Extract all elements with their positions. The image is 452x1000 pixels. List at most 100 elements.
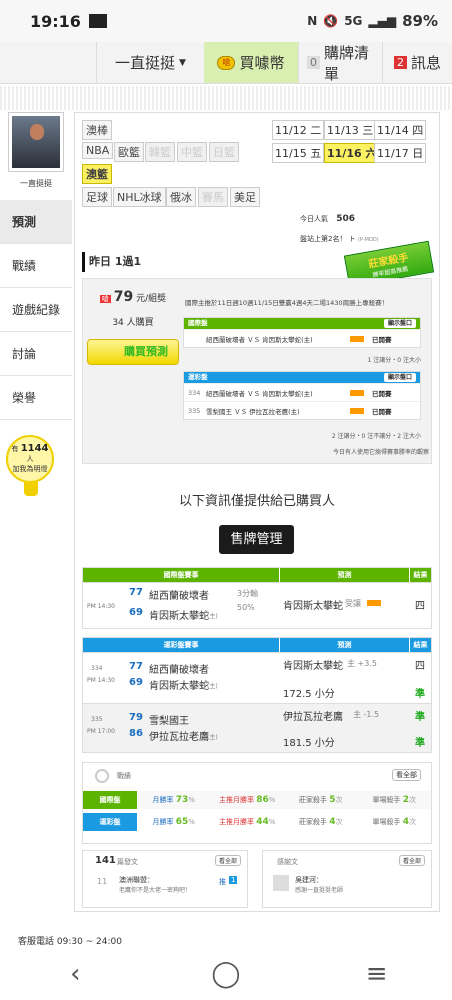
buyers-count: 34 bbox=[112, 318, 124, 328]
result: 準 bbox=[415, 712, 425, 723]
stat-main-rate: 主推月勝率 86% bbox=[211, 795, 285, 805]
date-1112[interactable]: 11/12 二 bbox=[272, 120, 325, 140]
messages-button[interactable]: 2 訊息 bbox=[382, 42, 452, 83]
stats-all-button[interactable]: 看全部 bbox=[392, 769, 421, 781]
status-time: 19:16 bbox=[30, 11, 81, 31]
intl-result-table: 國際盤賽事 預測 結果 PM 14:30 77 紐西蘭破壞者 69 肯因斯太攀蛇… bbox=[82, 567, 432, 629]
post-date: 11 bbox=[97, 877, 108, 886]
league-aus-basketball[interactable]: 澳籃 bbox=[82, 164, 112, 184]
note-icon bbox=[350, 407, 364, 414]
tw-mini-title: 運彩盤 bbox=[188, 373, 208, 381]
tw-header-pick: 預測 bbox=[279, 638, 409, 652]
tw-mini-row: 334 紐西蘭破壞者 ＶＳ 肯因斯太攀蛇(主) 已開賽 bbox=[184, 383, 420, 401]
home-team: 肯因斯太攀蛇 bbox=[149, 611, 209, 622]
coin-tag-icon: 嗆 bbox=[99, 295, 111, 303]
popularity-value: 506 bbox=[336, 214, 356, 224]
stat-caption: 主推月勝率 bbox=[219, 796, 255, 804]
buy-coin-label: 買噱幣 bbox=[239, 54, 285, 72]
popularity-rank: 盤站上第2名！ ト (P-MOD) bbox=[300, 234, 379, 244]
thanks-all-button[interactable]: 看全部 bbox=[398, 855, 425, 866]
date-1113[interactable]: 11/13 三 bbox=[324, 120, 377, 140]
home-no: 69 bbox=[129, 677, 143, 688]
sell-manage-button[interactable]: 售牌管理 bbox=[219, 525, 294, 554]
league-euro-basketball[interactable]: 歐籃 bbox=[114, 142, 144, 162]
home-no: 86 bbox=[129, 728, 143, 739]
thanks-author[interactable]: 吳建河： bbox=[295, 875, 323, 885]
stat-caption: 主推月勝率 bbox=[219, 818, 255, 826]
thanks-box: 感謝文 看全部 吳建河： 感謝一直挺挺老師 bbox=[262, 850, 432, 908]
buy-prediction-button[interactable]: 購買預測 bbox=[87, 339, 179, 365]
stats-label: 國際盤 bbox=[83, 791, 137, 809]
recents-icon[interactable]: ≡ bbox=[347, 959, 407, 989]
league-nba[interactable]: NBA bbox=[82, 142, 114, 159]
tw-header-result: 結果 bbox=[409, 638, 431, 652]
game-no: 334 bbox=[91, 665, 103, 672]
league-american-football[interactable]: 美足 bbox=[230, 187, 260, 207]
note-icon bbox=[367, 600, 381, 606]
intl-mini-table: 國際盤 顯示盤口 紐西蘭破壞者 ＶＳ 肯因斯太攀蛇(主) 已開賽 bbox=[183, 317, 421, 348]
pick-extra: 主 +3.5 bbox=[347, 659, 377, 668]
prediction-box: 嗆 79 元/組獎 34 人購買 購買預測 國際主推於11日週10週11/15日… bbox=[82, 278, 432, 464]
network-label: 5G bbox=[344, 14, 363, 28]
home-tag: (主) bbox=[207, 613, 218, 620]
posts-all-button[interactable]: 看全部 bbox=[214, 855, 241, 866]
buyers-unit: 人購買 bbox=[126, 318, 154, 328]
home-tag: (主) bbox=[207, 734, 218, 741]
league-horse-racing: 賽馬 bbox=[198, 187, 228, 207]
decorative-stripe bbox=[0, 86, 452, 110]
away-no: 77 bbox=[129, 661, 143, 672]
league-aus-baseball[interactable]: 澳棒 bbox=[82, 120, 112, 140]
pick-extra: 受讓 bbox=[345, 599, 361, 608]
intl-table-header: 國際盤賽事 預測 結果 bbox=[83, 568, 431, 582]
date-1114[interactable]: 11/14 四 bbox=[374, 120, 427, 140]
home-team: 伊拉瓦拉老鷹 bbox=[149, 732, 209, 743]
intl-show-odds-button[interactable]: 顯示盤口 bbox=[383, 319, 416, 328]
sidebar-item-discussion[interactable]: 討論 bbox=[0, 332, 72, 376]
league-russia-hockey[interactable]: 俄冰 bbox=[166, 187, 196, 207]
date-1115[interactable]: 11/15 五 bbox=[272, 143, 325, 163]
date-1117[interactable]: 11/17 日 bbox=[374, 143, 427, 163]
home-tag: (主) bbox=[207, 683, 218, 690]
note-icon bbox=[350, 335, 364, 342]
cart-button[interactable]: 0 購牌清單 bbox=[298, 42, 382, 83]
home-no: 69 bbox=[129, 607, 143, 618]
stat-main-rate: 主推月勝率 44% bbox=[211, 817, 285, 827]
league-soccer[interactable]: 足球 bbox=[82, 187, 112, 207]
intl-mini-row: 紐西蘭破壞者 ＶＳ 肯因斯太攀蛇(主) 已開賽 bbox=[184, 329, 420, 347]
follow-bulb-button[interactable]: 有 1144 人 加我為明燈 bbox=[6, 435, 54, 483]
date-1116[interactable]: 11/16 六 bbox=[324, 143, 380, 163]
home-icon[interactable]: ◯ bbox=[196, 959, 256, 989]
pick-team: 伊拉瓦拉老鷹 bbox=[283, 712, 343, 723]
messages-label: 訊息 bbox=[410, 54, 441, 72]
result: 四 bbox=[415, 601, 425, 612]
user-menu[interactable]: 一直挺挺 ▼ bbox=[96, 42, 204, 83]
back-icon[interactable]: ‹ bbox=[45, 959, 105, 989]
league-nhl[interactable]: NHL冰球 bbox=[113, 187, 166, 207]
pick-total: 172.5 小分 bbox=[283, 689, 335, 700]
bulb-count: 1144 bbox=[20, 443, 49, 454]
sidebar-item-record[interactable]: 戰績 bbox=[0, 244, 72, 288]
result: 準 bbox=[415, 738, 425, 749]
sidebar-item-honor[interactable]: 榮譽 bbox=[0, 376, 72, 420]
stats-box: 戰績 看全部 國際盤 月勝率 73% 主推月勝率 86% 莊家殺手 5次 單場殺… bbox=[82, 762, 432, 844]
post-title[interactable]: 澳洲聯盟： bbox=[119, 875, 154, 885]
row-teams: 紐西蘭破壞者 ＶＳ 肯因斯太攀蛇(主) bbox=[206, 389, 313, 398]
stat-unit: % bbox=[268, 818, 276, 826]
post-push-label: 推 bbox=[219, 878, 226, 886]
tw-show-odds-button[interactable]: 顯示盤口 bbox=[383, 373, 416, 382]
sidebar-item-game-log[interactable]: 遊戲紀錄 bbox=[0, 288, 72, 332]
sidebar-item-predict[interactable]: 預測 bbox=[0, 200, 72, 244]
stat-value: 44 bbox=[256, 817, 269, 827]
prediction-note: 國際主推於11日週10週11/15日雙贏4週4天二場1430周勝上專殺賽！ bbox=[185, 299, 389, 307]
user-avatar-icon bbox=[273, 875, 289, 891]
price-info: 嗆 79 元/組獎 34 人購買 bbox=[87, 289, 179, 328]
away-no: 77 bbox=[129, 587, 143, 598]
pick-extra: 主 -1.5 bbox=[353, 710, 380, 719]
status-bar: 19:16 N 🔇 5G ▂▄▆ 89% bbox=[0, 0, 452, 42]
thanks-title: 感謝文 bbox=[277, 858, 298, 866]
stat-unit: % bbox=[268, 796, 276, 804]
buy-coin-button[interactable]: 嗆 買噱幣 bbox=[204, 42, 298, 83]
avatar[interactable] bbox=[8, 112, 64, 172]
league-china-basketball: 中籃 bbox=[177, 142, 207, 162]
price-value: 79 bbox=[113, 289, 134, 305]
